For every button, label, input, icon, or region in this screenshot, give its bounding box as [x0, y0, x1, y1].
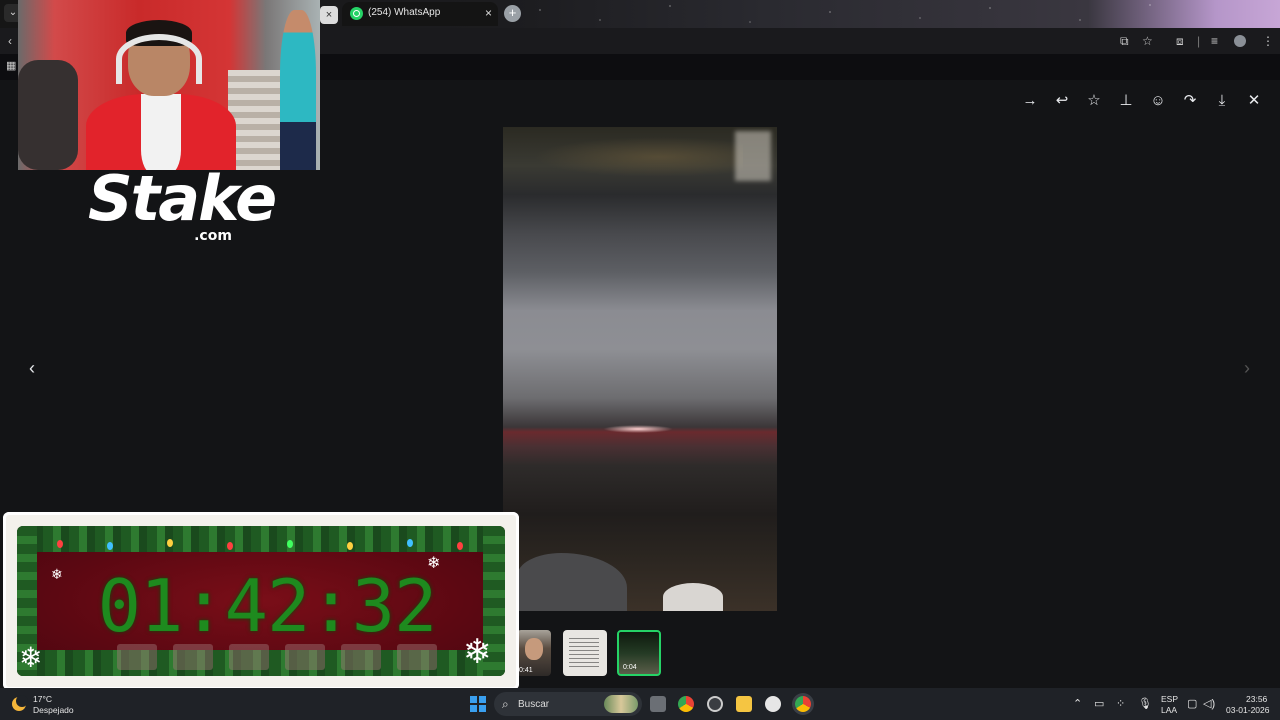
thumb-duration: 0:04 — [623, 664, 637, 671]
download-icon[interactable]: ⤓ — [1213, 92, 1231, 110]
more-menu-icon[interactable]: ⋮ — [1262, 33, 1274, 49]
snowflake-icon: ❄ — [19, 642, 43, 673]
volume-icon[interactable]: ◁) — [1203, 698, 1215, 710]
taskbar-search[interactable]: ⌕ Buscar — [494, 692, 642, 716]
pin-icon[interactable]: ⊥ — [1117, 92, 1135, 110]
streamer — [86, 20, 236, 170]
previous-tab-close-button[interactable]: × — [320, 6, 338, 24]
battery-icon[interactable]: ▭ — [1094, 698, 1104, 710]
media-player-icon[interactable] — [765, 696, 781, 712]
search-highlight-icon — [604, 695, 638, 713]
windows-start-icon[interactable] — [470, 696, 486, 712]
previous-media-button[interactable]: ‹ — [22, 358, 42, 378]
stake-logo: Stake .com — [88, 162, 277, 256]
stake-logo-word: Stake — [88, 162, 277, 235]
toolbar-divider: | — [1197, 34, 1201, 48]
close-icon[interactable]: ✕ — [1245, 92, 1263, 110]
weather-condition[interactable]: Despejado — [33, 705, 74, 715]
snowflake-icon: ❄ — [51, 566, 63, 582]
obs-icon[interactable] — [707, 696, 723, 712]
network-icon[interactable]: ⁘ — [1116, 698, 1125, 710]
clock-date[interactable]: 03-01-2026 — [1226, 705, 1269, 715]
snowflake-icon: ❄ — [463, 633, 492, 671]
task-view-icon[interactable] — [650, 696, 666, 712]
profile-avatar-icon[interactable] — [1234, 35, 1246, 47]
media-video-frame[interactable] — [503, 127, 777, 611]
tab-title: (254) WhatsApp — [368, 7, 441, 18]
extensions-icon[interactable]: ⧈ — [1176, 33, 1184, 49]
file-explorer-icon[interactable] — [736, 696, 752, 712]
whatsapp-icon — [350, 7, 363, 20]
language-sub[interactable]: LAA — [1161, 705, 1177, 715]
star-icon[interactable]: ☆ — [1085, 92, 1103, 110]
thumb-document[interactable] — [563, 630, 607, 676]
back-icon[interactable]: ‹ — [8, 33, 12, 49]
microphone-icon[interactable]: 🎙 — [1138, 698, 1152, 710]
thumb-duration: 0:41 — [519, 667, 533, 674]
stream-timer: 01:42:32 — [97, 564, 438, 648]
tab-close-button[interactable]: × — [485, 6, 492, 20]
stream-timer-overlay: 01:42:32 ❄ ❄ ❄ ❄ — [3, 512, 519, 690]
emoji-icon[interactable]: ☺ — [1149, 92, 1167, 110]
apps-grid-icon[interactable]: ▦ — [6, 58, 16, 74]
webcam-overlay — [18, 0, 320, 170]
new-tab-button[interactable]: + — [504, 5, 521, 22]
search-label: Buscar — [518, 699, 550, 710]
display-icon[interactable]: ▢ — [1187, 698, 1197, 710]
search-icon: ⌕ — [502, 697, 509, 711]
arrow-right-icon[interactable]: → — [1021, 92, 1039, 110]
thumb-photo[interactable]: 0:41 — [517, 630, 551, 676]
thumb-video-selected[interactable]: 0:04 — [617, 630, 661, 676]
clock-time[interactable]: 23:56 — [1246, 694, 1267, 704]
reply-icon[interactable]: ↩ — [1053, 92, 1071, 110]
snowflake-icon: ❄ — [427, 555, 441, 572]
headset-icon — [116, 34, 202, 84]
language-indicator[interactable]: ESP — [1161, 694, 1178, 704]
weather-temperature[interactable]: 17°C — [33, 694, 52, 704]
bookmark-star-icon[interactable]: ☆ — [1142, 33, 1153, 49]
chrome-icon[interactable] — [678, 696, 694, 712]
moon-weather-icon[interactable] — [12, 695, 28, 711]
install-app-icon[interactable]: ⧉ — [1120, 33, 1129, 49]
media-controls-icon[interactable]: ≡ — [1211, 33, 1218, 49]
forward-icon[interactable]: ↷ — [1181, 92, 1199, 110]
tab-whatsapp[interactable]: (254) WhatsApp × — [342, 2, 498, 26]
chrome-active-icon[interactable] — [795, 696, 811, 712]
next-media-button[interactable]: › — [1237, 358, 1257, 378]
windows-taskbar: 17°C Despejado ⌕ Buscar ⌃ ▭ ⁘ 🎙 ESP LAA … — [0, 688, 1280, 720]
chevron-up-icon[interactable]: ⌃ — [1073, 698, 1082, 710]
